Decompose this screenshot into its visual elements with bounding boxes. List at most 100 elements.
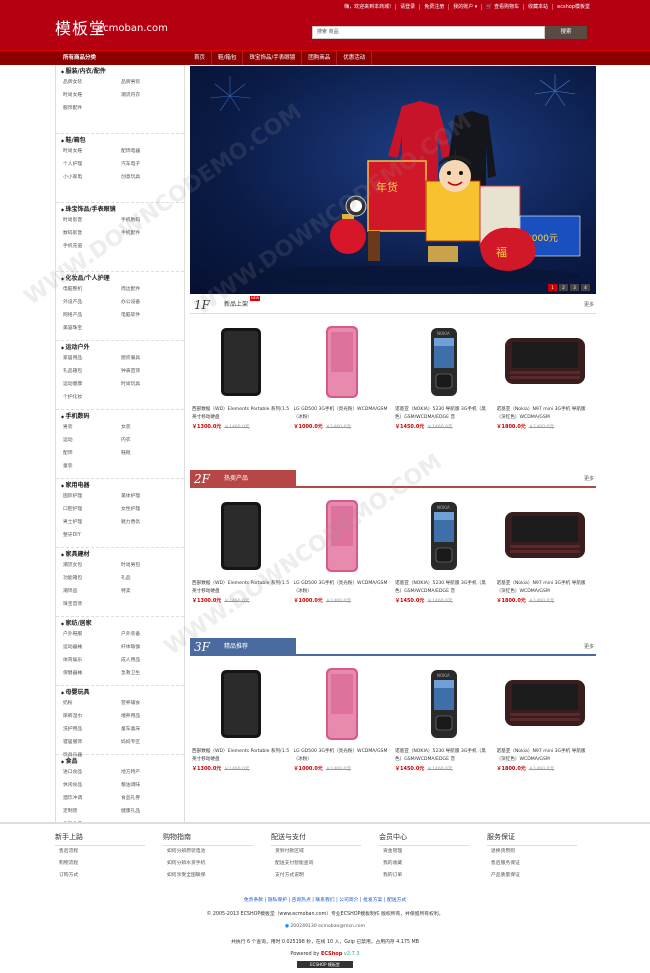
subcategory-link[interactable]: 电脑整机 [63, 284, 121, 295]
subcategory-link[interactable]: 鞋靴 [121, 448, 179, 459]
subcategory-link[interactable]: 整牙DIY [63, 530, 121, 541]
product-name[interactable]: 诺基亚（NOKIA）5230 导航版 3G手机（黑色）GSM/WCDMA/EDG… [395, 580, 493, 596]
subcategory-link[interactable]: 珠宝首饰 [63, 599, 121, 610]
subcategory-link[interactable]: 运动器械 [63, 642, 121, 653]
product-image[interactable] [192, 496, 290, 576]
footer-link[interactable]: 配送支付智能查询 [271, 858, 379, 870]
subcategory-link[interactable]: 童车童床 [121, 724, 179, 735]
subcategory-link[interactable]: 礼品 [121, 573, 179, 584]
product-name[interactable]: 诺基亚（Nokia）N97 mini 3G手机 导航版（深红色）WCDMA/GS… [497, 748, 595, 764]
product-image[interactable] [294, 496, 392, 576]
subcategory-link[interactable]: 品牌男装 [121, 77, 179, 88]
subcategory-link[interactable]: 酒饮冲调 [63, 793, 121, 804]
subcategory-link[interactable]: 品牌女装 [63, 77, 121, 88]
product-image[interactable] [192, 322, 290, 402]
footer-link[interactable]: 如何分辨原装电池 [163, 846, 271, 858]
subcategory-link[interactable]: 潮饰品 [63, 586, 121, 597]
product-card[interactable]: NOKIA 诺基亚（NOKIA）5230 导航版 3G手机（黑色）GSM/WCDM… [393, 664, 495, 772]
subcategory-link[interactable]: 地方特产 [121, 767, 179, 778]
subcategory-link[interactable]: 喂养用品 [121, 711, 179, 722]
subcategory-link[interactable]: 个人护理 [63, 159, 121, 170]
register-link[interactable]: 免费注册 [419, 4, 448, 10]
floor-title[interactable]: 精品推荐 [224, 638, 248, 656]
product-name[interactable]: LG GD500 3G手机（亮光粉）WCDMA/GSM（冰粉） [294, 580, 392, 596]
my-account-link[interactable]: 我的账户 ▾ [448, 4, 481, 10]
logo-en[interactable]: ecmoban.com [97, 23, 168, 34]
product-card[interactable]: 诺基亚（Nokia）N97 mini 3G手机 导航版（深红色）WCDMA/GS… [495, 322, 597, 430]
subcategory-link[interactable]: 男士护理 [63, 517, 121, 528]
floor-more-link[interactable]: 更多 [584, 470, 594, 488]
subcategory-link[interactable]: 营养辅食 [121, 698, 179, 709]
product-image[interactable] [294, 322, 392, 402]
product-image[interactable]: NOKIA [395, 664, 493, 744]
subcategory-link[interactable]: 小小家电 [63, 172, 121, 183]
footer-link[interactable]: 购物流程 [55, 858, 163, 870]
category-title[interactable]: 化妆品/个人护理 [61, 274, 184, 284]
product-card[interactable]: LG GD500 3G手机（亮光粉）WCDMA/GSM（冰粉） ￥1000.0元 ￥… [292, 496, 394, 604]
subcategory-link[interactable]: 手机充值 [63, 241, 121, 252]
product-card[interactable]: NOKIA 诺基亚（NOKIA）5230 导航版 3G手机（黑色）GSM/WCDM… [393, 496, 495, 604]
footer-link[interactable]: 如何享受全国联保 [163, 870, 271, 882]
subcategory-link[interactable]: 男装 [63, 422, 121, 433]
product-name[interactable]: 诺基亚（NOKIA）5230 导航版 3G手机（黑色）GSM/WCDMA/EDG… [395, 406, 493, 422]
subcategory-link[interactable]: 洗护用品 [63, 724, 121, 735]
subcategory-link[interactable]: 配饰 [63, 448, 121, 459]
footer-link[interactable]: 如何分辨水货手机 [163, 858, 271, 870]
view-cart-link[interactable]: 🛒 查看购物车 [481, 4, 523, 10]
subcategory-link[interactable]: 钟表首饰 [121, 366, 179, 377]
product-image[interactable]: NOKIA [395, 322, 493, 402]
nav-item-jewelry[interactable]: 珠宝饰品/手表眼镜 [243, 51, 303, 65]
subcategory-link[interactable]: 魅力香氛 [121, 517, 179, 528]
subcategory-link[interactable]: 手机配件 [121, 228, 179, 239]
floor-title-text[interactable]: 热卖产品 [224, 475, 248, 482]
footer-link[interactable]: 订购方式 [55, 870, 163, 882]
nav-item-home[interactable]: 首页 [188, 51, 213, 65]
subcategory-link[interactable]: 网络产品 [63, 310, 121, 321]
footer-link[interactable]: 我的收藏 [379, 858, 487, 870]
subcategory-link[interactable]: 电脑软件 [121, 310, 179, 321]
subcategory-link[interactable]: 成人用品 [121, 655, 179, 666]
subcategory-link[interactable]: 服饰配件 [63, 103, 121, 114]
all-categories-title[interactable]: 所有商品分类 [55, 51, 185, 65]
ecshop-badge[interactable]: ECSHOP 模板堂 [297, 961, 353, 968]
banner-slideshow[interactable]: 年货 3000元 福 1 2 3 4 [190, 66, 596, 294]
product-name[interactable]: 西部数据（WD）Elements Portable 系列(1.5英寸移动硬盘 [192, 406, 290, 422]
product-card[interactable]: LG GD500 3G手机（亮光粉）WCDMA/GSM（冰粉） ￥1000.0元 ￥… [292, 664, 394, 772]
footer-link[interactable]: 支付方式说明 [271, 870, 379, 882]
product-name[interactable]: LG GD500 3G手机（亮光粉）WCDMA/GSM（冰粉） [294, 748, 392, 764]
subcategory-link[interactable]: 办公设备 [121, 297, 179, 308]
product-name[interactable]: 诺基亚（Nokia）N97 mini 3G手机 导航版（深红色）WCDMA/GS… [497, 406, 595, 422]
footer-link[interactable]: 售后服务保证 [487, 858, 595, 870]
subcategory-link[interactable]: 户外装备 [121, 629, 179, 640]
subcategory-link[interactable]: 外设产品 [63, 297, 121, 308]
subcategory-link[interactable]: 妈妈专区 [121, 737, 179, 748]
footer-links[interactable]: 免责条款 | 隐私保护 | 咨询热点 | 联系我们 | 公司简介 | 批发方案 … [0, 896, 650, 903]
subcategory-link[interactable]: 时尚女鞋 [63, 146, 121, 157]
nav-item-promotions[interactable]: 优惠活动 [337, 51, 373, 65]
subcategory-link[interactable]: 保健器械 [63, 668, 121, 679]
subcategory-link[interactable]: 家居用品 [63, 353, 121, 364]
category-title[interactable]: 家纺/居家 [61, 619, 184, 629]
floor-title-text[interactable]: 精品推荐 [224, 643, 248, 650]
subcategory-link[interactable]: 厨房餐具 [121, 353, 179, 364]
product-card[interactable]: LG GD500 3G手机（亮光粉）WCDMA/GSM（冰粉） ￥1000.0元 ￥… [292, 322, 394, 430]
subcategory-link[interactable]: 急救卫生 [121, 668, 179, 679]
subcategory-link[interactable]: 户外鞋服 [63, 629, 121, 640]
category-title[interactable]: 鞋/箱包 [61, 136, 184, 146]
product-image[interactable] [497, 496, 595, 576]
slide-dot-3[interactable]: 3 [570, 284, 579, 291]
subcategory-link[interactable]: 汽车电子 [121, 159, 179, 170]
subcategory-link[interactable]: 体育娱乐 [63, 655, 121, 666]
product-card[interactable]: 西部数据（WD）Elements Portable 系列(1.5英寸移动硬盘 ￥1… [190, 496, 292, 604]
category-title[interactable]: 运动户外 [61, 343, 184, 353]
subcategory-link[interactable]: 潮流内衣 [121, 90, 179, 101]
subcategory-link[interactable]: 休闲食品 [63, 780, 121, 791]
subcategory-link[interactable]: 国际护理 [63, 491, 121, 502]
slide-dot-1[interactable]: 1 [548, 284, 557, 291]
subcategory-link[interactable]: 时尚玩具 [121, 379, 179, 390]
search-input[interactable]: 搜索 商品 [312, 26, 545, 39]
product-image[interactable]: NOKIA [395, 496, 493, 576]
subcategory-link[interactable]: 功能箱包 [63, 573, 121, 584]
ecshop-brand[interactable]: ECShop [321, 951, 342, 957]
subcategory-link[interactable]: 粮油调味 [121, 780, 179, 791]
